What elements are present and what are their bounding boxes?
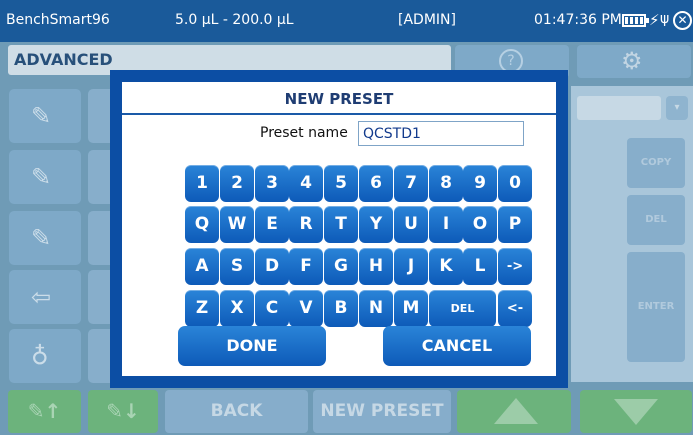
volume-range: 5.0 µL - 200.0 µL [175,12,294,28]
key-9[interactable]: 9 [463,165,497,202]
cancel-button[interactable]: CANCEL [383,326,531,366]
new-preset-dialog: NEW PRESET Preset name 1234567890 QWERTYU… [110,70,568,388]
key-o[interactable]: O [463,206,497,243]
preset-name-label: Preset name [260,125,348,141]
battery-icon [622,14,649,27]
pipette-icon: ✎ [31,102,52,130]
key-delete[interactable]: DEL [429,290,496,327]
user-role: [ADMIN] [398,12,456,28]
dialog-body: NEW PRESET Preset name 1234567890 QWERTYU… [122,82,556,376]
bolt-icon: ⚡ [649,11,660,29]
key-3[interactable]: 3 [255,165,289,202]
dispense-tool-button[interactable]: ✎ [9,150,81,204]
aspirate-tool-button[interactable]: ✎ [9,89,81,143]
right-panel: ▾ COPY DEL ENTER [571,86,693,382]
key-h[interactable]: H [359,248,393,285]
key-b[interactable]: B [324,290,358,327]
close-icon[interactable]: ✕ [673,11,692,30]
eject-tool-button[interactable]: ⇦ [9,270,81,324]
divider [122,113,556,115]
value-field[interactable] [577,96,661,120]
key-1[interactable]: 1 [185,165,219,202]
back-button[interactable]: BACK [165,390,308,433]
key-z[interactable]: Z [185,290,219,327]
pipette-down-icon: ✎↓ [106,399,140,423]
device-name: BenchSmart96 [6,12,110,28]
pipette-mix-icon: ✎ [31,224,52,252]
step-button[interactable] [88,211,110,265]
key-f[interactable]: F [289,248,323,285]
key-k[interactable]: K [429,248,463,285]
key-6[interactable]: 6 [359,165,393,202]
key-7[interactable]: 7 [394,165,428,202]
step-button[interactable] [88,89,110,143]
scroll-up-button[interactable] [457,390,571,433]
key-left[interactable]: <- [498,290,532,327]
key-8[interactable]: 8 [429,165,463,202]
settings-button[interactable]: ⚙ [577,45,691,78]
arrow-up-icon [494,398,538,424]
key-2[interactable]: 2 [220,165,254,202]
mode-label: ADVANCED [14,50,113,69]
light-tool-button[interactable]: ♁ [9,329,81,383]
key-s[interactable]: S [220,248,254,285]
status-bar: BenchSmart96 5.0 µL - 200.0 µL [ADMIN] 0… [0,0,693,42]
key-d[interactable]: D [255,248,289,285]
key-n[interactable]: N [359,290,393,327]
tip-down-button[interactable]: ✎↓ [88,390,158,433]
enter-button[interactable]: ENTER [627,252,685,362]
key-m[interactable]: M [394,290,428,327]
key-0[interactable]: 0 [498,165,532,202]
spinner-button[interactable]: ▾ [666,96,688,120]
key-y[interactable]: Y [359,206,393,243]
key-x[interactable]: X [220,290,254,327]
key-t[interactable]: T [324,206,358,243]
done-button[interactable]: DONE [178,326,326,366]
key-i[interactable]: I [429,206,463,243]
arrow-down-icon [614,399,658,425]
pipette-drop-icon: ✎ [31,163,52,191]
usb-icon: ψ [660,11,670,27]
key-g[interactable]: G [324,248,358,285]
key-v[interactable]: V [289,290,323,327]
preset-name-input[interactable] [358,121,524,146]
lightbulb-icon: ♁ [31,342,49,370]
step-button[interactable] [88,270,110,324]
key-right[interactable]: -> [498,248,532,285]
key-j[interactable]: J [394,248,428,285]
gear-icon: ⚙ [621,47,643,75]
scroll-down-button[interactable] [580,390,692,433]
clock: 01:47:36 PM [534,12,622,28]
delete-button[interactable]: DEL [627,195,685,245]
tip-up-button[interactable]: ✎↑ [8,390,81,433]
new-preset-button[interactable]: NEW PRESET [313,390,451,433]
key-r[interactable]: R [289,206,323,243]
key-q[interactable]: Q [185,206,219,243]
step-button[interactable] [88,150,110,204]
mix-tool-button[interactable]: ✎ [9,211,81,265]
step-button[interactable] [88,329,110,383]
dialog-title: NEW PRESET [284,90,394,108]
exit-door-icon: ⇦ [31,283,52,311]
key-5[interactable]: 5 [324,165,358,202]
key-u[interactable]: U [394,206,428,243]
key-l[interactable]: L [463,248,497,285]
key-4[interactable]: 4 [289,165,323,202]
key-c[interactable]: C [255,290,289,327]
key-e[interactable]: E [255,206,289,243]
status-icons: ⚡ ψ ✕ [622,11,692,33]
key-p[interactable]: P [498,206,532,243]
copy-button[interactable]: COPY [627,138,685,188]
pipette-up-icon: ✎↑ [27,399,62,423]
key-a[interactable]: A [185,248,219,285]
key-w[interactable]: W [220,206,254,243]
